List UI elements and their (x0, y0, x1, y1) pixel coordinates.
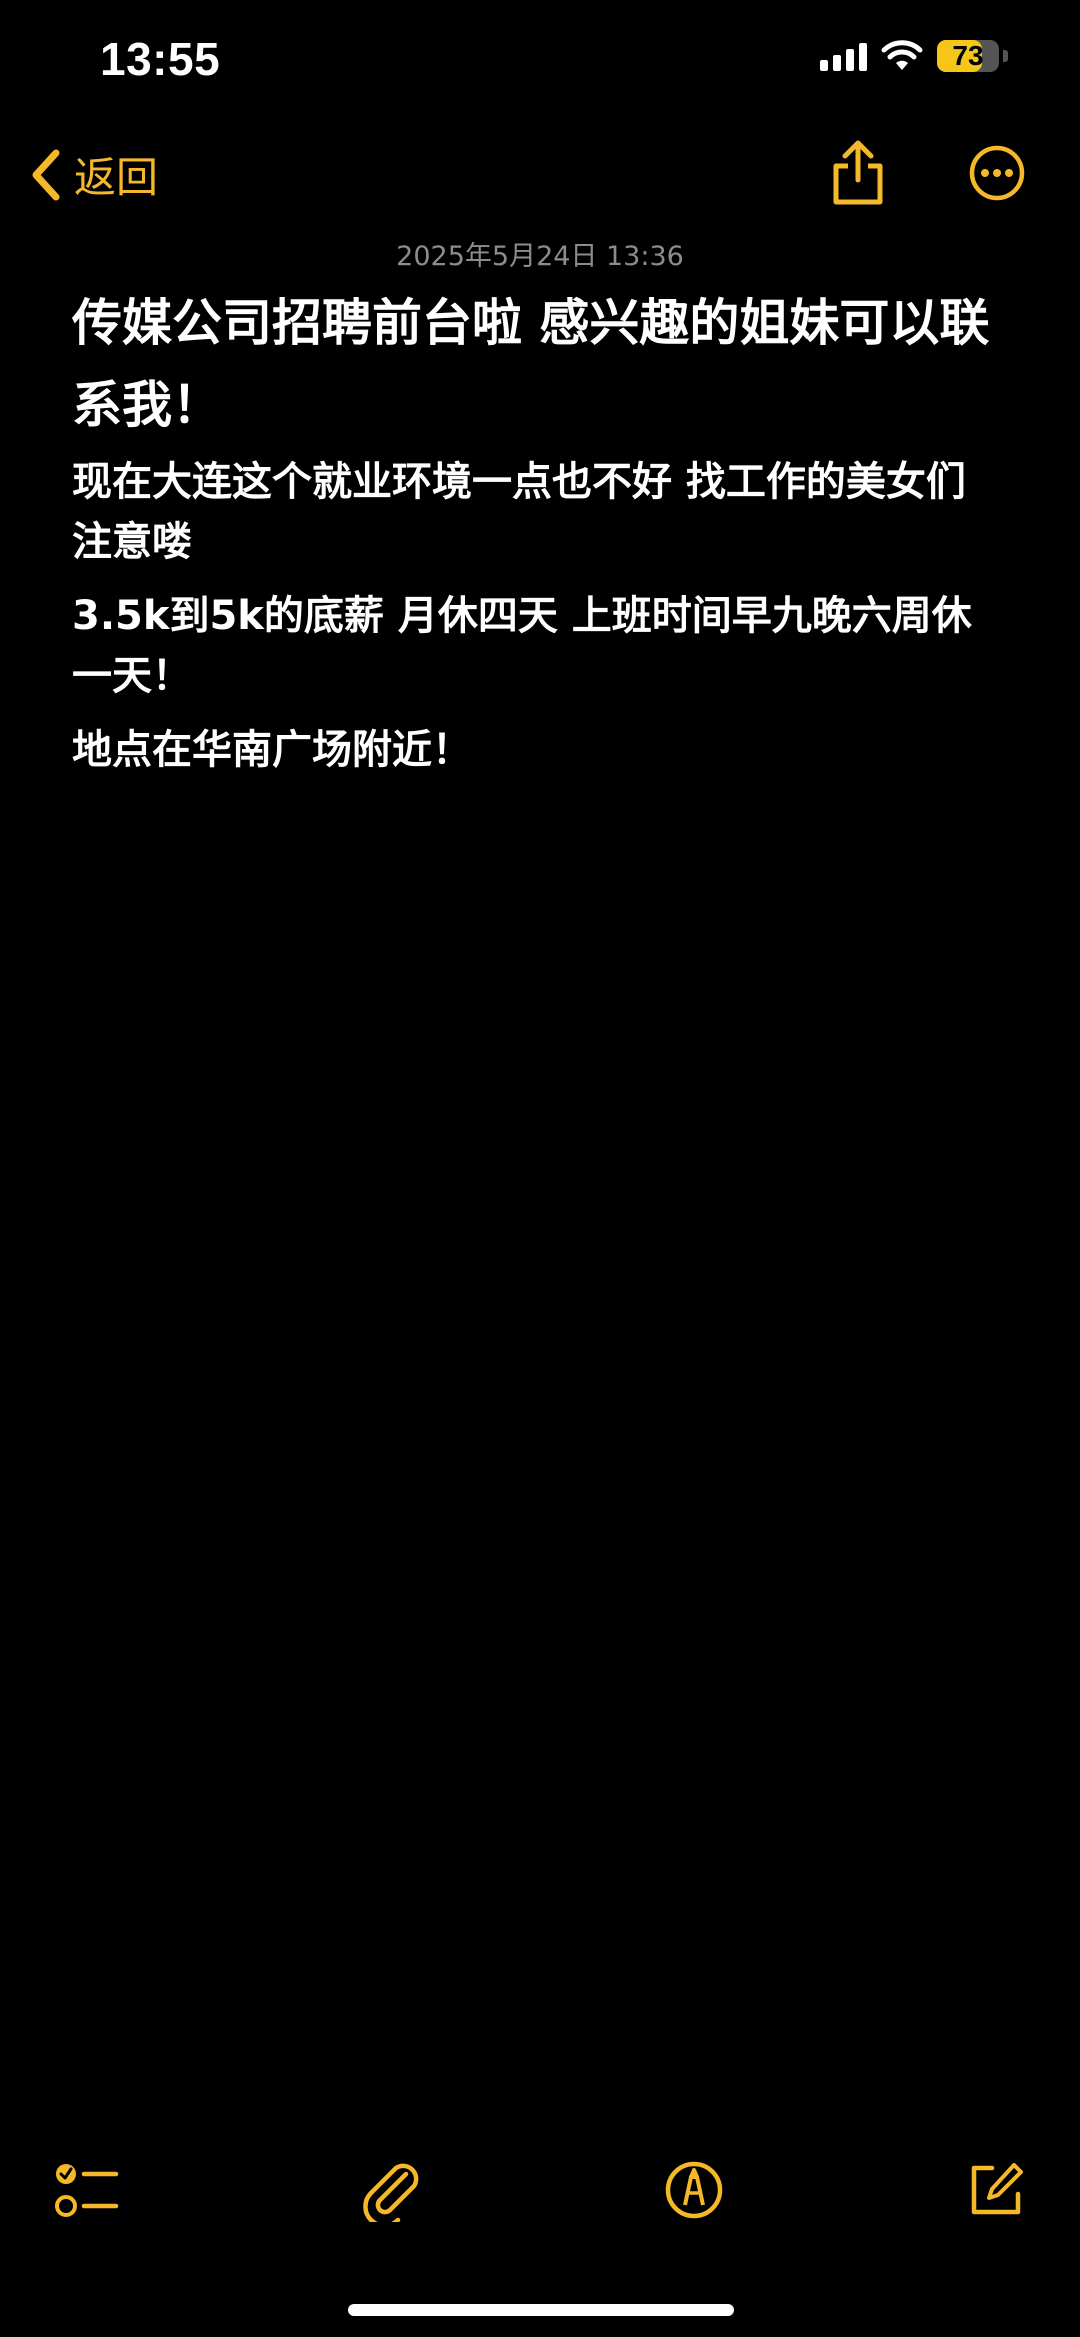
note-paragraph: 3.5k到5k的底薪 月休四天 上班时间早九晚六周休一天！ (72, 593, 972, 699)
status-indicators: 73 (820, 40, 1008, 72)
battery-icon: 73 (937, 40, 999, 72)
checklist-icon (55, 2164, 119, 2217)
note-body[interactable]: 传媒公司招聘前台啦 感兴趣的姐妹可以联系我！ 现在大连这个就业环境一点也不好 找… (72, 282, 1002, 794)
markup-button[interactable] (664, 2160, 724, 2224)
note-paragraph: 地点在华南广场附近！ (72, 727, 472, 773)
back-label: 返回 (74, 153, 159, 202)
battery-nub (1003, 50, 1008, 62)
nav-bar: 返回 (0, 130, 1080, 220)
share-icon (833, 140, 883, 205)
status-bar: 13:55 73 (0, 0, 1080, 120)
markup-pen-icon (665, 2161, 723, 2219)
attachment-button[interactable] (362, 2160, 422, 2228)
paperclip-icon (363, 2163, 419, 2228)
back-button[interactable]: 返回 (28, 144, 158, 205)
status-time: 13:55 (100, 33, 221, 85)
note-date: 2025年5月24日 13:36 (396, 241, 684, 272)
bottom-toolbar (0, 2160, 1080, 2240)
note-title: 传媒公司招聘前台啦 感兴趣的姐妹可以联系我！ (72, 294, 990, 434)
wifi-icon (881, 40, 923, 70)
share-button[interactable] (828, 138, 888, 212)
battery-level: 73 (952, 40, 984, 71)
cellular-signal-icon (820, 41, 867, 71)
compose-icon (971, 2163, 1023, 2215)
note-paragraph: 现在大连这个就业环境一点也不好 找工作的美女们注意喽 (72, 459, 966, 565)
checklist-button[interactable] (54, 2160, 120, 2224)
ellipsis-circle-icon (969, 145, 1025, 201)
chevron-left-icon (32, 149, 60, 200)
compose-button[interactable] (966, 2160, 1026, 2224)
home-indicator[interactable] (348, 2304, 734, 2316)
more-options-button[interactable] (968, 144, 1026, 206)
